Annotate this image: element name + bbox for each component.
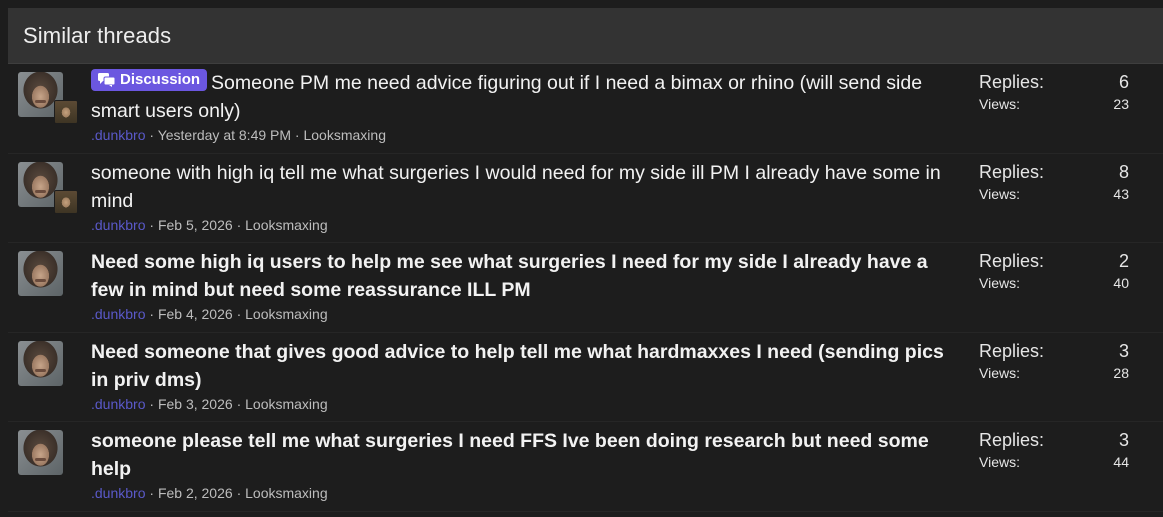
meta-separator: · <box>149 485 155 501</box>
thread-row: Need someone that gives good advice to h… <box>8 333 1163 422</box>
views-count: 23 <box>1113 96 1129 112</box>
thread-date[interactable]: Feb 5, 2026 <box>158 217 233 233</box>
thread-title-line: Discussion Someone PM me need advice fig… <box>91 69 961 125</box>
replies-label: Replies: <box>979 161 1045 182</box>
thread-list: Discussion Someone PM me need advice fig… <box>8 64 1163 512</box>
meta-separator: · <box>236 485 242 501</box>
discussion-prefix-badge[interactable]: Discussion <box>91 69 208 91</box>
prefix-label: Discussion <box>120 71 201 88</box>
thread-author[interactable]: .dunkbro <box>91 127 145 143</box>
last-poster-avatar[interactable] <box>54 189 78 214</box>
views-label: Views: <box>979 364 1020 381</box>
views-label: Views: <box>979 454 1020 470</box>
thread-row: Discussion Someone PM me need advice fig… <box>8 64 1163 154</box>
avatar-group <box>18 251 78 307</box>
thread-forum[interactable]: Looksmaxing <box>245 396 328 412</box>
avatar-group <box>18 72 78 128</box>
thread-author[interactable]: .dunkbro <box>91 485 145 501</box>
thread-date[interactable]: Feb 4, 2026 <box>158 306 233 322</box>
avatar-group <box>18 430 78 486</box>
meta-separator: · <box>236 395 242 412</box>
thread-title[interactable]: Need someone that gives good advice to h… <box>91 338 961 394</box>
replies-count: 6 <box>1118 72 1129 92</box>
replies-count: 8 <box>1118 161 1129 182</box>
similar-threads-block: Similar threads Discussion Someone PM me… <box>8 8 1163 517</box>
thread-row: Need some high iq users to help me see w… <box>8 243 1163 333</box>
thread-meta: .dunkbro · Yesterday at 8:49 PM · Looksm… <box>91 126 961 144</box>
thread-author[interactable]: .dunkbro <box>91 306 145 322</box>
thread-main: Need some high iq users to help me see w… <box>91 248 961 323</box>
thread-meta: .dunkbro · Feb 5, 2026 · Looksmaxing <box>91 216 961 234</box>
thread-stats: Replies: 3 Views: 28 <box>979 341 1129 385</box>
meta-separator: · <box>149 395 155 412</box>
avatar-group <box>18 340 78 397</box>
replies-label: Replies: <box>979 340 1045 361</box>
meta-separator: · <box>294 127 300 143</box>
views-label: Views: <box>979 96 1020 112</box>
views-count: 40 <box>1113 275 1129 291</box>
views-count: 43 <box>1113 185 1129 202</box>
thread-stats: Replies: 3 Views: 44 <box>979 430 1129 474</box>
thread-meta: .dunkbro · Feb 3, 2026 · Looksmaxing <box>91 395 961 413</box>
last-poster-avatar[interactable] <box>54 100 78 124</box>
block-header: Similar threads <box>8 8 1163 64</box>
thread-main: someone please tell me what surgeries I … <box>91 427 961 502</box>
thread-meta: .dunkbro · Feb 4, 2026 · Looksmaxing <box>91 305 961 323</box>
thread-author[interactable]: .dunkbro <box>91 217 145 233</box>
replies-count: 2 <box>1118 251 1129 271</box>
thread-stats: Replies: 2 Views: 40 <box>979 251 1129 295</box>
thread-date[interactable]: Feb 2, 2026 <box>158 485 233 501</box>
thread-stats: Replies: 8 Views: 43 <box>979 162 1129 206</box>
meta-separator: · <box>236 306 242 322</box>
thread-title[interactable]: Someone PM me need advice figuring out i… <box>91 72 922 122</box>
thread-row: someone please tell me what surgeries I … <box>8 422 1163 512</box>
thread-date[interactable]: Feb 3, 2026 <box>158 396 233 412</box>
thread-date[interactable]: Yesterday at 8:49 PM <box>158 127 291 143</box>
views-label: Views: <box>979 275 1020 291</box>
thread-forum[interactable]: Looksmaxing <box>245 306 328 322</box>
views-label: Views: <box>979 185 1020 202</box>
meta-separator: · <box>149 127 155 143</box>
author-avatar[interactable] <box>18 340 63 386</box>
replies-label: Replies: <box>979 72 1045 92</box>
chat-bubbles-icon <box>98 73 115 87</box>
thread-title[interactable]: Need some high iq users to help me see w… <box>91 248 961 304</box>
replies-count: 3 <box>1118 340 1129 361</box>
thread-title[interactable]: someone with high iq tell me what surger… <box>91 159 961 215</box>
thread-stats: Replies: 6 Views: 23 <box>979 72 1129 116</box>
views-count: 28 <box>1113 364 1129 381</box>
meta-separator: · <box>236 216 242 233</box>
author-avatar[interactable] <box>18 430 63 475</box>
thread-author[interactable]: .dunkbro <box>91 396 145 412</box>
author-avatar[interactable] <box>18 251 63 296</box>
block-title: Similar threads <box>23 22 172 48</box>
thread-main: Discussion Someone PM me need advice fig… <box>91 69 961 144</box>
meta-separator: · <box>149 216 155 233</box>
thread-main: someone with high iq tell me what surger… <box>91 159 961 234</box>
thread-forum[interactable]: Looksmaxing <box>245 217 328 233</box>
replies-label: Replies: <box>979 251 1045 271</box>
thread-title[interactable]: someone please tell me what surgeries I … <box>91 427 961 483</box>
replies-label: Replies: <box>979 430 1045 450</box>
thread-row: someone with high iq tell me what surger… <box>8 154 1163 243</box>
thread-forum[interactable]: Looksmaxing <box>303 127 386 143</box>
avatar-group <box>18 161 78 218</box>
meta-separator: · <box>149 306 155 322</box>
thread-forum[interactable]: Looksmaxing <box>245 485 328 501</box>
views-count: 44 <box>1113 454 1129 470</box>
thread-meta: .dunkbro · Feb 2, 2026 · Looksmaxing <box>91 484 961 502</box>
replies-count: 3 <box>1118 430 1129 450</box>
thread-main: Need someone that gives good advice to h… <box>91 338 961 413</box>
